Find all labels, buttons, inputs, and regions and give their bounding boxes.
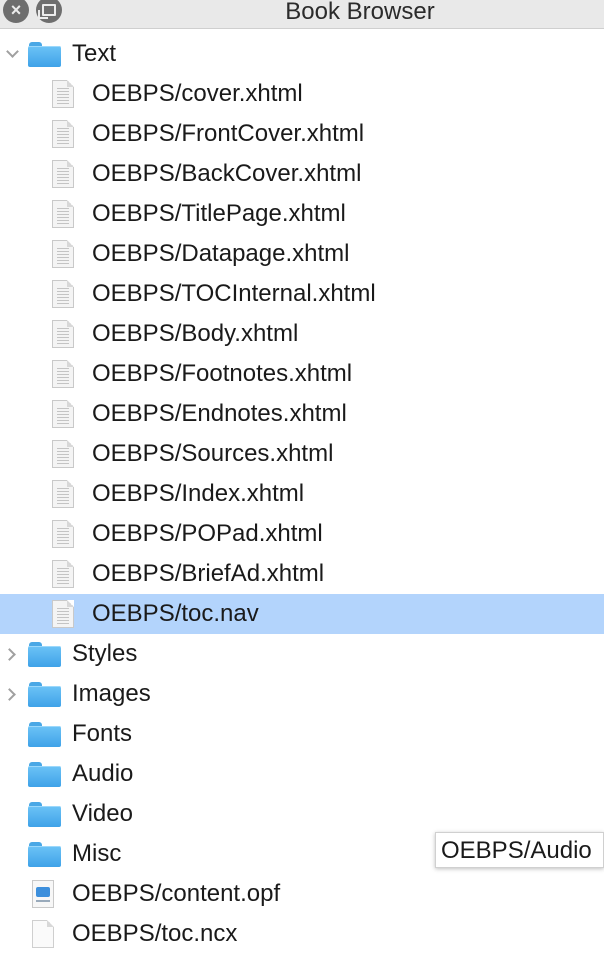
file-row[interactable]: OEBPS/Sources.xhtml bbox=[0, 434, 604, 474]
file-label: OEBPS/Body.xhtml bbox=[92, 320, 299, 347]
folder-row-fonts[interactable]: Fonts bbox=[0, 714, 604, 754]
folder-icon bbox=[28, 682, 61, 707]
file-row[interactable]: OEBPS/toc.ncx bbox=[0, 914, 604, 954]
xhtml-file-icon bbox=[52, 440, 74, 468]
file-label: OEBPS/TOCInternal.xhtml bbox=[92, 280, 376, 307]
file-row[interactable]: OEBPS/Endnotes.xhtml bbox=[0, 394, 604, 434]
folder-icon bbox=[28, 762, 61, 787]
file-row[interactable]: OEBPS/FrontCover.xhtml bbox=[0, 114, 604, 154]
folder-label: Styles bbox=[72, 640, 138, 667]
xhtml-file-icon bbox=[52, 280, 74, 308]
blank-file-icon bbox=[32, 920, 54, 948]
file-label: OEBPS/toc.nav bbox=[92, 600, 259, 627]
chevron-right-icon[interactable] bbox=[2, 644, 22, 664]
xhtml-file-icon bbox=[52, 360, 74, 388]
xhtml-file-icon bbox=[52, 80, 74, 108]
folder-label: Audio bbox=[72, 760, 134, 787]
folder-row-styles[interactable]: Styles bbox=[0, 634, 604, 674]
file-label: OEBPS/Datapage.xhtml bbox=[92, 240, 350, 267]
file-row[interactable]: OEBPS/Body.xhtml bbox=[0, 314, 604, 354]
xhtml-file-icon bbox=[52, 400, 74, 428]
folder-icon bbox=[28, 802, 61, 827]
folder-label: Misc bbox=[72, 840, 122, 867]
file-row[interactable]: OEBPS/cover.xhtml bbox=[0, 74, 604, 114]
file-row[interactable]: OEBPS/Datapage.xhtml bbox=[0, 234, 604, 274]
xhtml-file-icon bbox=[52, 120, 74, 148]
file-label: OEBPS/toc.ncx bbox=[72, 920, 238, 947]
file-row[interactable]: OEBPS/TOCInternal.xhtml bbox=[0, 274, 604, 314]
chevron-down-icon[interactable] bbox=[2, 44, 22, 64]
file-label: OEBPS/BriefAd.xhtml bbox=[92, 560, 325, 587]
file-row[interactable]: OEBPS/Footnotes.xhtml bbox=[0, 354, 604, 394]
file-label: OEBPS/cover.xhtml bbox=[92, 80, 303, 107]
xhtml-file-icon bbox=[52, 320, 74, 348]
file-label: OEBPS/Sources.xhtml bbox=[92, 440, 334, 467]
folder-label: Images bbox=[72, 680, 151, 707]
folder-row-images[interactable]: Images bbox=[0, 674, 604, 714]
file-label: OEBPS/Footnotes.xhtml bbox=[92, 360, 353, 387]
folder-icon bbox=[28, 842, 61, 867]
folder-icon bbox=[28, 722, 61, 747]
xhtml-file-icon bbox=[52, 560, 74, 588]
opf-file-icon bbox=[32, 880, 54, 908]
file-label: OEBPS/Endnotes.xhtml bbox=[92, 400, 347, 427]
xhtml-file-icon bbox=[52, 520, 74, 548]
file-row[interactable]: OEBPS/Index.xhtml bbox=[0, 474, 604, 514]
xhtml-file-icon bbox=[52, 480, 74, 508]
folder-icon bbox=[28, 42, 61, 67]
file-label: OEBPS/TitlePage.xhtml bbox=[92, 200, 346, 227]
xhtml-file-icon bbox=[52, 600, 74, 628]
window-titlebar: × Book Browser bbox=[0, 0, 604, 29]
file-label: OEBPS/FrontCover.xhtml bbox=[92, 120, 365, 147]
xhtml-file-icon bbox=[52, 160, 74, 188]
file-row[interactable]: OEBPS/POPad.xhtml bbox=[0, 514, 604, 554]
file-row[interactable]: OEBPS/content.opf bbox=[0, 874, 604, 914]
folder-row-text[interactable]: Text bbox=[0, 34, 604, 74]
file-label: OEBPS/content.opf bbox=[72, 880, 281, 907]
file-row[interactable]: OEBPS/TitlePage.xhtml bbox=[0, 194, 604, 234]
folder-label: Fonts bbox=[72, 720, 133, 747]
file-row[interactable]: OEBPS/BriefAd.xhtml bbox=[0, 554, 604, 594]
folder-row-audio[interactable]: Audio bbox=[0, 754, 604, 794]
folder-row-video[interactable]: Video bbox=[0, 794, 604, 834]
file-row[interactable]: OEBPS/toc.nav bbox=[0, 594, 604, 634]
xhtml-file-icon bbox=[52, 240, 74, 268]
tooltip: OEBPS/Audio bbox=[435, 832, 604, 868]
window-title: Book Browser bbox=[285, 0, 435, 25]
file-label: OEBPS/BackCover.xhtml bbox=[92, 160, 362, 187]
folder-icon bbox=[28, 642, 61, 667]
book-browser-tree: Text OEBPS/cover.xhtml OEBPS/FrontCover.x… bbox=[0, 34, 604, 954]
file-row[interactable]: OEBPS/BackCover.xhtml bbox=[0, 154, 604, 194]
folder-label: Video bbox=[72, 800, 133, 827]
chevron-right-icon[interactable] bbox=[2, 684, 22, 704]
folder-label: Text bbox=[72, 40, 117, 67]
file-label: OEBPS/Index.xhtml bbox=[92, 480, 305, 507]
xhtml-file-icon bbox=[52, 200, 74, 228]
file-label: OEBPS/POPad.xhtml bbox=[92, 520, 323, 547]
